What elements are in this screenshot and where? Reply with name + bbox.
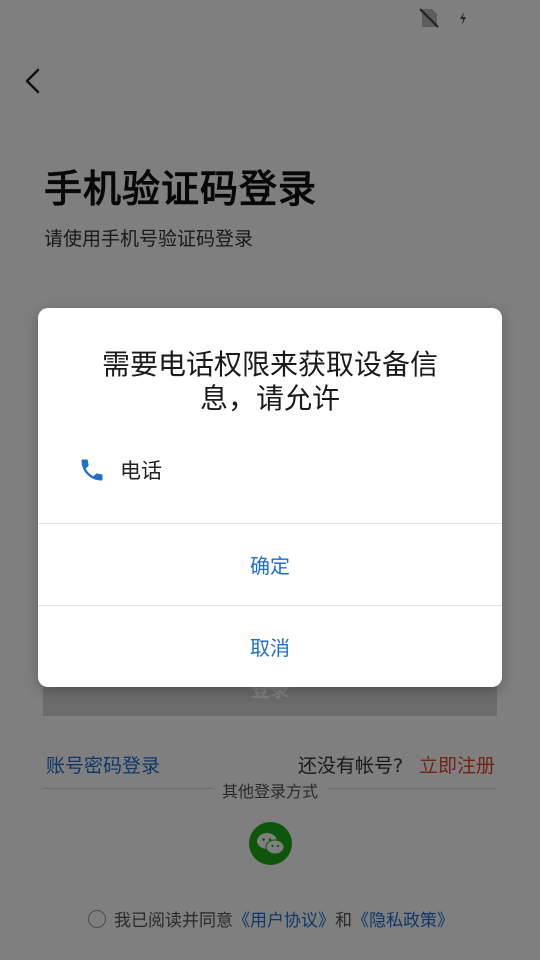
screen: 9:32 手机验证码登录 请使用手机号验证码登录 登录 账号密码登录 还没有帐号…: [0, 0, 540, 960]
confirm-button[interactable]: 确定: [38, 524, 502, 604]
permission-dialog: 需要电话权限来获取设备信息，请允许 电话 确定 取消: [38, 308, 502, 687]
dialog-title: 需要电话权限来获取设备信息，请允许: [101, 348, 438, 415]
permission-item-phone: 电话: [78, 452, 162, 488]
phone-icon: [81, 459, 103, 481]
permission-label: 电话: [120, 459, 162, 483]
cancel-button[interactable]: 取消: [38, 606, 502, 686]
